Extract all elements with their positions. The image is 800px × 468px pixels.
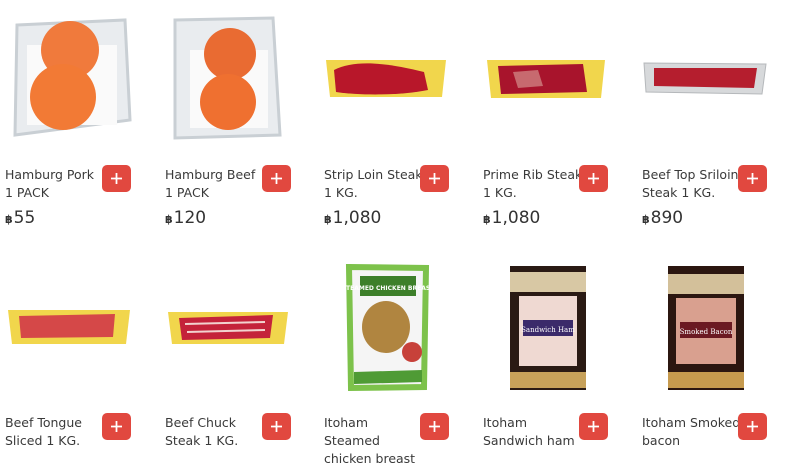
add-to-cart-button[interactable] bbox=[102, 165, 131, 192]
package-label: Sandwich Ham bbox=[521, 326, 575, 334]
product-name[interactable]: Prime Rib Steak 1 KG. bbox=[483, 166, 583, 202]
product-name[interactable]: Beef Top Sriloin Steak 1 KG. bbox=[642, 166, 742, 202]
plus-icon bbox=[271, 421, 282, 432]
plus-icon bbox=[429, 173, 440, 184]
product-name[interactable]: Itoham Smoked bacon bbox=[642, 414, 742, 450]
add-to-cart-button[interactable] bbox=[579, 413, 608, 440]
add-to-cart-button[interactable] bbox=[262, 413, 291, 440]
add-to-cart-button[interactable] bbox=[420, 165, 449, 192]
product-image[interactable] bbox=[5, 252, 155, 397]
product-name[interactable]: Strip Loin Steak 1 KG. bbox=[324, 166, 424, 202]
product-image[interactable] bbox=[5, 0, 155, 145]
product-name[interactable]: Itoham Sandwich ham bbox=[483, 414, 583, 450]
package-label: STEAMED CHICKEN BREAST bbox=[342, 285, 435, 292]
product-image[interactable] bbox=[642, 0, 792, 145]
add-to-cart-button[interactable] bbox=[738, 413, 767, 440]
product-image[interactable] bbox=[483, 0, 633, 145]
add-to-cart-button[interactable] bbox=[102, 413, 131, 440]
product-name[interactable]: Hamburg Pork 1 PACK bbox=[5, 166, 105, 202]
product-price: ฿890 bbox=[642, 208, 684, 228]
product-image[interactable] bbox=[165, 252, 315, 397]
add-to-cart-button[interactable] bbox=[738, 165, 767, 192]
product-image[interactable]: STEAMED CHICKEN BREAST bbox=[324, 252, 474, 397]
package-label: Smoked Bacon bbox=[680, 328, 733, 336]
product-name[interactable]: Beef Tongue Sliced 1 KG. bbox=[5, 414, 105, 450]
add-to-cart-button[interactable] bbox=[420, 413, 449, 440]
product-price: ฿1,080 bbox=[324, 208, 382, 228]
product-price: ฿120 bbox=[165, 208, 207, 228]
product-price: ฿55 bbox=[5, 208, 36, 228]
product-name[interactable]: Beef Chuck Steak 1 KG. bbox=[165, 414, 265, 450]
plus-icon bbox=[429, 421, 440, 432]
plus-icon bbox=[747, 173, 758, 184]
product-image[interactable]: Sandwich Ham bbox=[483, 252, 633, 397]
product-image[interactable] bbox=[165, 0, 315, 145]
plus-icon bbox=[111, 173, 122, 184]
product-image[interactable]: Smoked Bacon bbox=[642, 252, 792, 397]
plus-icon bbox=[111, 421, 122, 432]
add-to-cart-button[interactable] bbox=[579, 165, 608, 192]
product-price: ฿1,080 bbox=[483, 208, 541, 228]
plus-icon bbox=[271, 173, 282, 184]
plus-icon bbox=[588, 421, 599, 432]
product-image[interactable] bbox=[324, 0, 474, 145]
product-grid: { "currency_symbol": "฿", "products": [ … bbox=[0, 0, 800, 466]
plus-icon bbox=[588, 173, 599, 184]
plus-icon bbox=[747, 421, 758, 432]
product-name[interactable]: Hamburg Beef 1 PACK bbox=[165, 166, 265, 202]
add-to-cart-button[interactable] bbox=[262, 165, 291, 192]
